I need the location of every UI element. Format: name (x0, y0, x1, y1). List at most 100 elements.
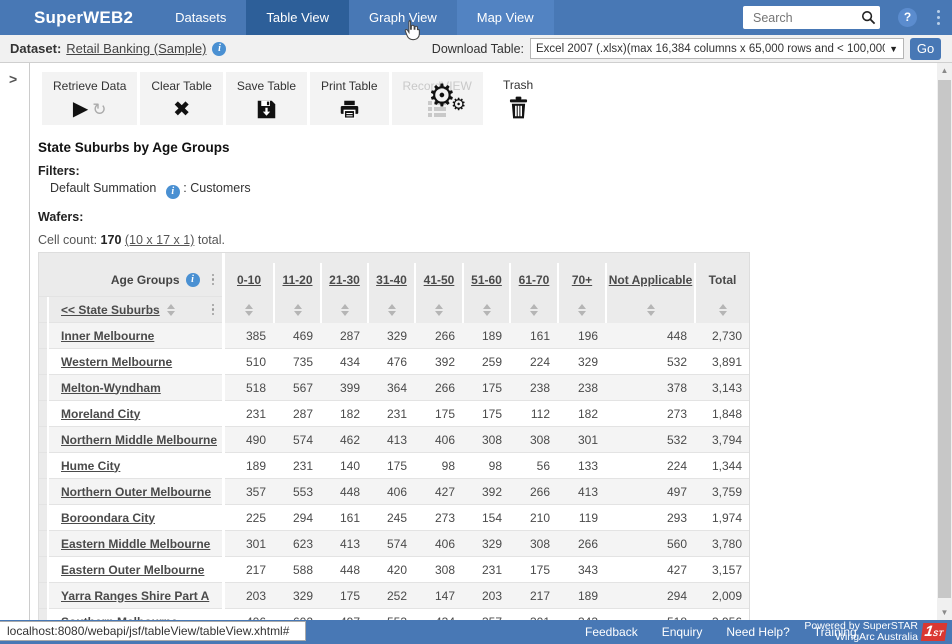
tab-map-view[interactable]: Map View (457, 0, 554, 35)
row-label-link-northern-middle-melbourne[interactable]: Northern Middle Melbourne (61, 433, 217, 447)
vertical-scrollbar[interactable]: ▲ ▼ (937, 63, 952, 620)
column-header-31-40[interactable]: 31-40 (367, 263, 414, 297)
column-header-label[interactable]: Not Applicable (609, 273, 693, 287)
cell-count-label: Cell count: (38, 233, 97, 247)
search-icon[interactable] (861, 10, 876, 25)
row-label-cell: Eastern Middle Melbourne (49, 531, 222, 557)
row-label-link-northern-outer-melbourne[interactable]: Northern Outer Melbourne (61, 485, 211, 499)
column-header-70[interactable]: 70+ (557, 263, 605, 297)
sort-icon[interactable] (294, 304, 302, 316)
expand-panel-icon[interactable]: > (9, 71, 17, 87)
column-header-label[interactable]: 31-40 (376, 273, 407, 287)
value-cell: 497 (605, 479, 694, 505)
tab-datasets[interactable]: Datasets (155, 0, 246, 35)
column-header-label[interactable]: 70+ (572, 273, 592, 287)
column-header-label[interactable]: 11-20 (282, 273, 312, 287)
settings-gear-small-icon: ⚙ (451, 96, 466, 113)
retrieve-data-button[interactable]: Retrieve Data ▶↻ (42, 72, 137, 125)
value-cell: 3,157 (694, 557, 749, 583)
sort-icon[interactable] (245, 304, 253, 316)
nav-menu-icon[interactable] (935, 8, 942, 27)
help-icon[interactable]: ? (898, 8, 917, 27)
scrollbar-thumb[interactable] (938, 80, 951, 598)
sort-icon[interactable] (530, 304, 538, 316)
column-header-0-10[interactable]: 0-10 (225, 263, 273, 297)
table-options-button[interactable]: ⚙ ⚙ (428, 82, 470, 118)
row-dimension-sort-icon[interactable] (167, 304, 175, 316)
sort-icon[interactable] (647, 304, 655, 316)
sort-cell-70 (557, 297, 605, 323)
sort-icon[interactable] (719, 304, 727, 316)
footer-link-enquiry[interactable]: Enquiry (662, 625, 703, 639)
age-groups-info-icon[interactable]: i (186, 273, 200, 287)
column-header-11-20[interactable]: 11-20 (273, 263, 320, 297)
row-label-cell: Western Melbourne (49, 349, 222, 375)
save-table-button[interactable]: Save Table (226, 72, 307, 125)
trash-label: Trash (503, 78, 533, 92)
clear-table-button[interactable]: Clear Table ✖ (140, 72, 222, 125)
cell-count-line: Cell count: 170 (10 x 17 x 1) total. (38, 233, 225, 247)
save-table-label: Save Table (237, 79, 296, 93)
filter-name: Default Summation (50, 181, 156, 195)
row-label-link-hume-city[interactable]: Hume City (61, 459, 120, 473)
sort-icon[interactable] (388, 304, 396, 316)
data-table: Age Groups i 0-1011-2021-3031-4041-5051-… (38, 252, 750, 635)
dropdown-arrow-icon: ▼ (889, 44, 898, 54)
row-label-link-melton-wyndham[interactable]: Melton-Wyndham (61, 381, 161, 395)
scroll-down-icon[interactable]: ▼ (937, 605, 952, 620)
row-label-link-yarra-ranges-shire-part-a[interactable]: Yarra Ranges Shire Part A (61, 589, 209, 603)
footer-link-need-help[interactable]: Need Help? (726, 625, 789, 639)
sort-cell-61-70 (509, 297, 557, 323)
sort-icon[interactable] (435, 304, 443, 316)
tab-table-view[interactable]: Table View (246, 0, 349, 35)
value-cell: 189 (462, 323, 509, 349)
value-cell: 1,344 (694, 453, 749, 479)
value-cell: 3,143 (694, 375, 749, 401)
age-groups-menu-icon[interactable] (210, 272, 217, 288)
filter-info-icon[interactable]: i (166, 185, 180, 199)
tab-graph-view[interactable]: Graph View (349, 0, 457, 35)
nav-right-cluster: ? (743, 0, 952, 35)
value-cell: 413 (367, 427, 414, 453)
go-button[interactable]: Go (910, 38, 941, 60)
value-cell: 161 (509, 323, 557, 349)
row-dimension-menu-icon[interactable] (210, 302, 217, 318)
value-cell: 266 (414, 375, 462, 401)
download-format-select[interactable]: Excel 2007 (.xlsx)(max 16,384 columns x … (530, 38, 904, 59)
value-cell: 420 (367, 557, 414, 583)
sort-icon[interactable] (483, 304, 491, 316)
cell-count-detail-link[interactable]: (10 x 17 x 1) (125, 233, 194, 247)
search-box[interactable] (743, 6, 880, 29)
column-header-not-applicable[interactable]: Not Applicable (605, 263, 694, 297)
row-values: 2252941612452731542101192931,974 (225, 505, 749, 531)
column-header-label[interactable]: 0-10 (237, 273, 261, 287)
dataset-link[interactable]: Retail Banking (Sample) (66, 41, 206, 56)
print-table-button[interactable]: Print Table (310, 72, 388, 125)
row-label-link-moreland-city[interactable]: Moreland City (61, 407, 140, 421)
row-values: 4905744624134063083083015323,794 (225, 427, 749, 453)
search-input[interactable] (751, 10, 861, 26)
sort-icon[interactable] (578, 304, 586, 316)
footer-link-feedback[interactable]: Feedback (585, 625, 638, 639)
sort-icon[interactable] (341, 304, 349, 316)
row-label-link-eastern-outer-melbourne[interactable]: Eastern Outer Melbourne (61, 563, 204, 577)
column-header-61-70[interactable]: 61-70 (509, 263, 557, 297)
row-label-link-eastern-middle-melbourne[interactable]: Eastern Middle Melbourne (61, 537, 210, 551)
trash-button[interactable]: Trash (503, 78, 533, 119)
column-header-label[interactable]: 51-60 (471, 273, 502, 287)
row-label-link-western-melbourne[interactable]: Western Melbourne (61, 355, 172, 369)
row-label-cell: Melton-Wyndham (49, 375, 222, 401)
scroll-up-icon[interactable]: ▲ (937, 63, 952, 78)
row-label-link-inner-melbourne[interactable]: Inner Melbourne (61, 329, 154, 343)
column-header-label[interactable]: 61-70 (519, 273, 550, 287)
column-header-41-50[interactable]: 41-50 (414, 263, 462, 297)
column-header-label[interactable]: 41-50 (424, 273, 455, 287)
row-values: 2312871822311751751121822731,848 (225, 401, 749, 427)
column-header-label[interactable]: 21-30 (329, 273, 360, 287)
column-header-21-30[interactable]: 21-30 (320, 263, 367, 297)
column-header-51-60[interactable]: 51-60 (462, 263, 509, 297)
row-label-cell: Inner Melbourne (49, 323, 222, 349)
dataset-info-icon[interactable]: i (212, 42, 226, 56)
row-label-link-boroondara-city[interactable]: Boroondara City (61, 511, 155, 525)
row-dimension-link[interactable]: << State Suburbs (61, 303, 160, 317)
